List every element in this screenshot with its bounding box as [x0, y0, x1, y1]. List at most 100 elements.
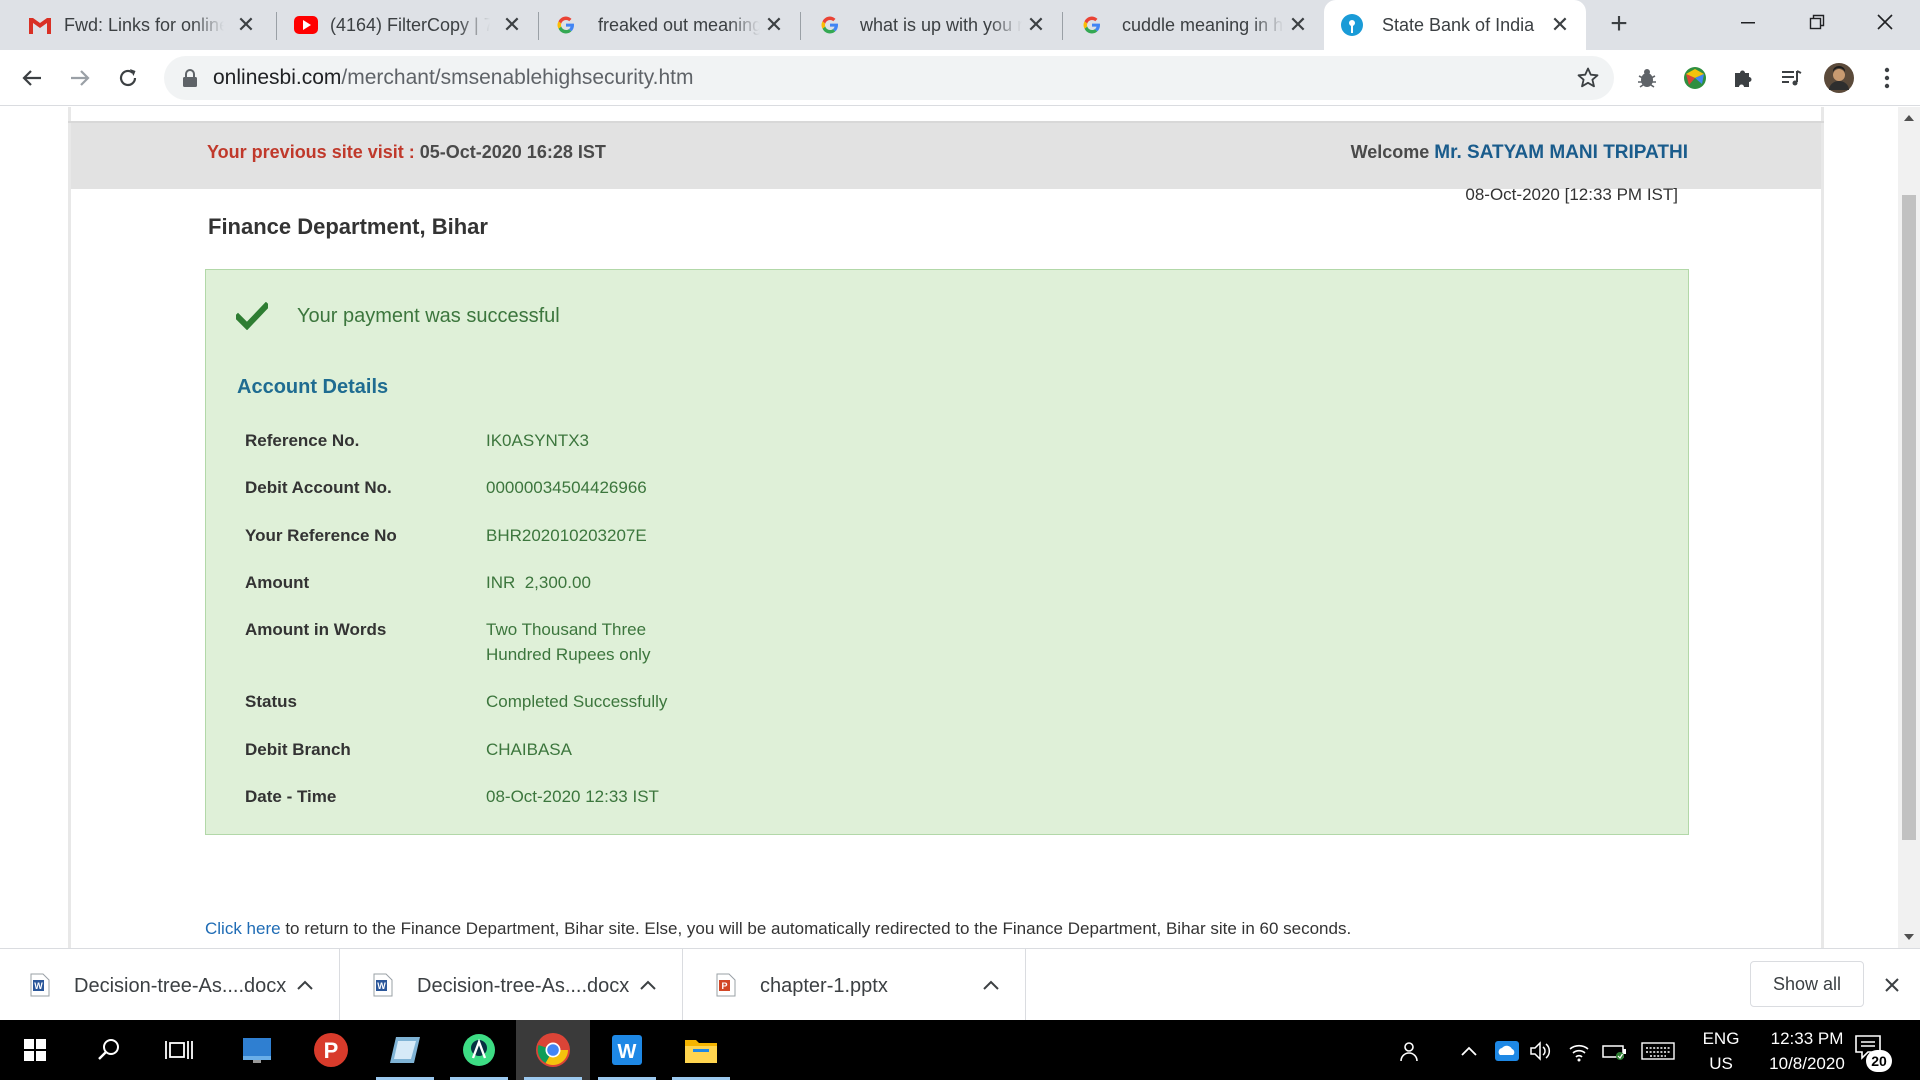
- browser-menu-icon[interactable]: [1872, 63, 1902, 93]
- page-title: Finance Department, Bihar: [208, 214, 488, 239]
- taskbar-app-chrome[interactable]: [516, 1020, 590, 1080]
- scrollbar-thumb[interactable]: [1902, 195, 1916, 840]
- close-download-shelf-icon[interactable]: [1878, 971, 1906, 999]
- back-arrow-icon: [22, 70, 41, 86]
- psiphon-icon: P: [314, 1033, 348, 1067]
- battery-icon[interactable]: [1602, 1038, 1628, 1064]
- onedrive-sync-icon[interactable]: [1494, 1038, 1520, 1064]
- detail-label: Debit Branch: [245, 740, 351, 759]
- detail-value: BHR202010203207E: [486, 526, 647, 545]
- detail-value: INR 2,300.00: [486, 573, 591, 592]
- media-queue-icon[interactable]: [1776, 63, 1806, 93]
- bug-extension-icon[interactable]: [1632, 63, 1662, 93]
- svg-text:W: W: [34, 981, 43, 991]
- android-studio-icon: [463, 1034, 495, 1066]
- close-tab-icon[interactable]: ✕: [1548, 13, 1572, 37]
- wifi-icon[interactable]: [1566, 1038, 1592, 1064]
- download-item[interactable]: W Decision-tree-As....docx: [0, 949, 340, 1021]
- tab-google-2[interactable]: what is up with you r ✕: [800, 0, 1062, 50]
- taskbar-app-file-explorer[interactable]: [664, 1020, 738, 1080]
- download-filename: chapter-1.pptx: [760, 975, 888, 997]
- download-item[interactable]: W Decision-tree-As....docx: [343, 949, 683, 1021]
- windows-taskbar: P W ENG US 12:33 PM 10/8/2020 20: [0, 1020, 1920, 1080]
- extensions-puzzle-icon[interactable]: [1728, 63, 1758, 93]
- taskbar-app-psiphon[interactable]: P: [294, 1020, 368, 1080]
- show-all-downloads-button[interactable]: Show all: [1750, 961, 1864, 1007]
- search-button[interactable]: [72, 1020, 146, 1080]
- download-filename: Decision-tree-As....docx: [74, 975, 287, 997]
- show-hidden-icons-chevron-icon[interactable]: [1456, 1038, 1482, 1064]
- globe-extension-icon[interactable]: [1680, 63, 1710, 93]
- account-details-heading: Account Details: [237, 376, 389, 398]
- forward-arrow-icon: [71, 70, 90, 86]
- detail-value: 00000034504426966: [486, 478, 647, 497]
- tab-sbi-active[interactable]: State Bank of India ✕: [1324, 0, 1586, 50]
- previous-visit-label: Your previous site visit :: [207, 142, 415, 162]
- detail-value: Two Thousand Three Hundred Rupees only: [486, 620, 651, 664]
- tab-google-1[interactable]: freaked out meaning ✕: [538, 0, 800, 50]
- tab-title: (4164) FilterCopy | 7: [330, 14, 490, 35]
- keyboard-icon[interactable]: [1640, 1038, 1676, 1064]
- chevron-up-icon[interactable]: [291, 971, 319, 999]
- back-button[interactable]: [16, 62, 48, 94]
- redirect-notice: Click here to return to the Finance Depa…: [205, 919, 1351, 939]
- tab-gmail[interactable]: Fwd: Links for online ✕: [0, 0, 272, 50]
- address-bar[interactable]: onlinesbi.com/merchant/smsenablehighsecu…: [164, 56, 1614, 100]
- taskbar-app-desktop[interactable]: [220, 1020, 294, 1080]
- browser-toolbar: onlinesbi.com/merchant/smsenablehighsecu…: [0, 50, 1920, 106]
- detail-label: Your Reference No: [245, 526, 397, 545]
- download-item[interactable]: P chapter-1.pptx: [686, 949, 1026, 1021]
- redirect-text: to return to the Finance Department, Bih…: [280, 919, 1352, 938]
- tab-youtube[interactable]: (4164) FilterCopy | 7 ✕: [276, 0, 538, 50]
- scroll-up-arrow-icon[interactable]: [1898, 107, 1920, 129]
- detail-label: Status: [245, 692, 297, 711]
- svg-text:P: P: [324, 1038, 339, 1063]
- reload-button[interactable]: [112, 62, 144, 94]
- word-document-icon: W: [373, 973, 393, 997]
- profile-avatar[interactable]: [1824, 63, 1854, 93]
- lock-icon[interactable]: [182, 69, 198, 88]
- minimize-button[interactable]: [1713, 0, 1783, 44]
- reload-icon: [119, 69, 137, 87]
- volume-icon[interactable]: [1528, 1038, 1554, 1064]
- chevron-up-icon[interactable]: [977, 971, 1005, 999]
- chevron-up-icon[interactable]: [634, 971, 662, 999]
- url-text: onlinesbi.com/merchant/smsenablehighsecu…: [213, 66, 694, 90]
- start-button[interactable]: [0, 1020, 70, 1080]
- windows-logo-icon: [24, 1039, 46, 1061]
- search-icon: [98, 1039, 119, 1060]
- close-tab-icon[interactable]: ✕: [234, 13, 258, 37]
- new-tab-button[interactable]: +: [1604, 9, 1634, 40]
- tab-google-3[interactable]: cuddle meaning in h ✕: [1062, 0, 1324, 50]
- minimize-icon: [1741, 22, 1755, 24]
- taskbar-app-android-studio[interactable]: [442, 1020, 516, 1080]
- close-tab-icon[interactable]: ✕: [1286, 13, 1310, 37]
- close-tab-icon[interactable]: ✕: [762, 13, 786, 37]
- bookmark-star-icon[interactable]: [1576, 66, 1600, 90]
- welcome-message: Welcome Mr. SATYAM MANI TRIPATHI: [1351, 142, 1688, 164]
- restore-button[interactable]: [1782, 0, 1852, 44]
- google-icon: [818, 13, 842, 37]
- restore-icon: [1809, 14, 1825, 30]
- click-here-link[interactable]: Click here: [205, 919, 281, 938]
- detail-label: Amount: [245, 573, 310, 592]
- user-name: Mr. SATYAM MANI TRIPATHI: [1434, 142, 1688, 163]
- google-icon: [554, 13, 578, 37]
- close-window-button[interactable]: [1850, 0, 1920, 44]
- forward-button[interactable]: [64, 62, 96, 94]
- taskbar-app-notes[interactable]: [368, 1020, 442, 1080]
- close-tab-icon[interactable]: ✕: [500, 13, 524, 37]
- task-view-button[interactable]: [142, 1020, 216, 1080]
- previous-visit: Your previous site visit : 05-Oct-2020 1…: [207, 142, 606, 163]
- taskbar-app-word[interactable]: W: [590, 1020, 664, 1080]
- folder-icon: [685, 1040, 717, 1063]
- google-icon: [1080, 13, 1104, 37]
- detail-value: CHAIBASA: [486, 740, 572, 759]
- detail-value: Completed Successfully: [486, 692, 668, 711]
- close-icon: [1877, 14, 1893, 30]
- svg-text:W: W: [618, 1041, 637, 1063]
- page-scrollbar[interactable]: [1898, 107, 1920, 948]
- scroll-down-arrow-icon[interactable]: [1898, 926, 1920, 948]
- people-icon[interactable]: [1396, 1038, 1422, 1064]
- close-tab-icon[interactable]: ✕: [1024, 13, 1048, 37]
